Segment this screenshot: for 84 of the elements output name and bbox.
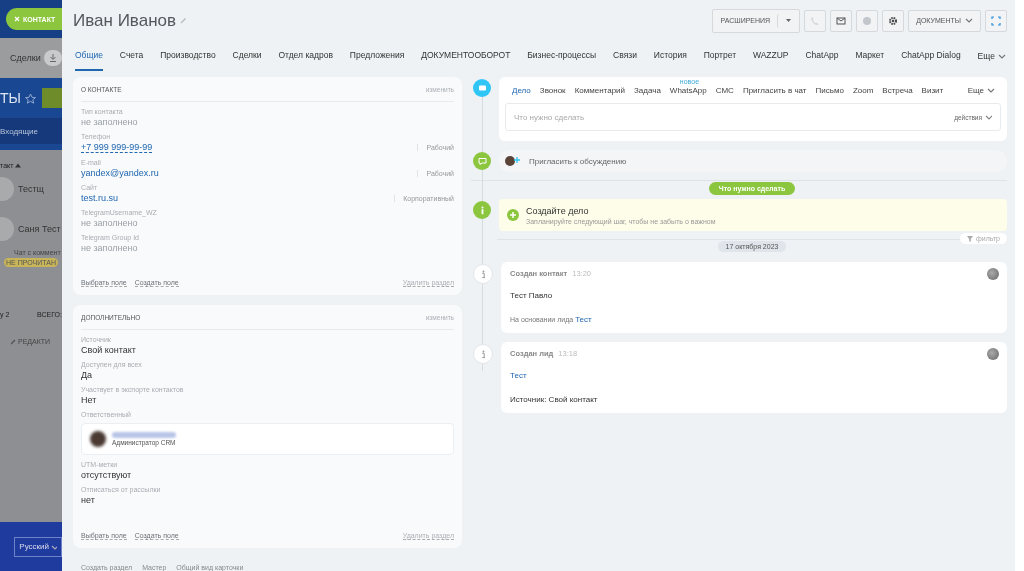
contact-name[interactable]: Тестщ xyxy=(18,184,45,194)
mail-button[interactable] xyxy=(830,9,853,32)
tab[interactable]: Бизнес-процессы xyxy=(527,41,597,71)
avatar-icon xyxy=(90,431,106,447)
field-link[interactable]: +7 999 999-99-99 xyxy=(81,142,153,153)
tab[interactable]: Портрет xyxy=(703,41,737,71)
chevron-icon xyxy=(985,114,992,120)
lead-link[interactable]: Тест xyxy=(575,315,592,324)
tab[interactable]: Отдел кадров xyxy=(278,41,333,71)
pencil-icon[interactable] xyxy=(180,17,187,24)
settings-icon xyxy=(888,15,899,26)
tab[interactable]: История xyxy=(653,41,687,71)
activity-tab[interactable]: Визит xyxy=(921,85,944,95)
field-value: не заполнено xyxy=(81,117,138,127)
avatar-icon xyxy=(987,268,999,280)
plus-icon xyxy=(507,209,519,221)
collapse-button[interactable] xyxy=(43,50,62,66)
mail-icon xyxy=(836,15,847,26)
field-value: нет xyxy=(81,495,95,505)
phone-icon xyxy=(810,15,821,26)
tab[interactable]: Счета xyxy=(119,41,144,71)
tab[interactable]: Производство xyxy=(160,41,216,71)
caret-icon xyxy=(51,543,57,550)
event-text: Источник: Свой контакт xyxy=(510,395,598,404)
blurred-name xyxy=(112,432,176,438)
field-value: Свой контакт xyxy=(81,345,136,355)
activity-tab[interactable]: Письмо xyxy=(815,85,844,95)
menu-label[interactable]: Сделки xyxy=(10,53,41,63)
placeholder-text: Что нужно сделать xyxy=(514,112,585,122)
field-link[interactable]: yandex@yandex.ru xyxy=(81,168,159,178)
tab[interactable]: Связи xyxy=(613,41,637,71)
event-text: Тест Павло xyxy=(510,291,553,300)
more-tab[interactable]: Еще xyxy=(977,51,1006,61)
contact-title: Иван Иванов xyxy=(73,10,176,31)
download-icon xyxy=(48,54,57,62)
pencil-icon xyxy=(10,338,16,345)
status-icon xyxy=(862,15,873,26)
tab[interactable]: Общие xyxy=(75,41,103,71)
fullscreen-icon xyxy=(991,15,1001,26)
tab[interactable]: WAZZUP xyxy=(752,41,789,71)
tab[interactable]: ДОКУМЕНТООБОРОТ xyxy=(421,41,511,71)
activity-tab[interactable]: СМС xyxy=(715,85,734,95)
tab[interactable]: Сделки xyxy=(232,41,262,71)
add-user-icon xyxy=(505,155,521,167)
create-button[interactable] xyxy=(42,88,62,108)
invite-bar[interactable]: Пригласить к обсуждению xyxy=(499,150,1007,172)
field-value: не заполнено xyxy=(81,218,138,228)
tab[interactable]: Предложения xyxy=(349,41,405,71)
chevron-icon xyxy=(997,52,1006,60)
activity-tab[interactable]: Комментарий xyxy=(574,85,625,95)
field-link[interactable]: test.ru.su xyxy=(81,193,118,203)
field-value: Нет xyxy=(81,395,97,405)
language-select[interactable]: Русский xyxy=(14,536,62,557)
field-value: отсутствуют xyxy=(81,470,132,480)
activity-tab[interactable]: Zoom xyxy=(852,85,874,95)
activity-tab[interactable]: WhatsApp xyxy=(669,85,707,95)
filter-icon xyxy=(967,235,974,242)
lead-link[interactable]: Тест xyxy=(510,371,527,380)
create-task-title: Создайте дело xyxy=(526,205,590,216)
activity-tab[interactable]: Задача xyxy=(634,85,661,95)
comment-icon xyxy=(476,155,488,167)
tab[interactable]: ChatApp xyxy=(805,41,839,71)
invite-text: Пригласить к обсуждению xyxy=(529,156,627,166)
chevron-icon xyxy=(965,17,973,24)
tab[interactable]: ChatApp Dialog xyxy=(901,41,961,71)
activity-tab[interactable]: Встреча xyxy=(882,85,913,95)
fullscreen-button[interactable] xyxy=(985,9,1007,32)
field-value: Да xyxy=(81,370,93,380)
field-value: не заполнено xyxy=(81,243,138,253)
settings-button[interactable] xyxy=(882,9,905,32)
caret-icon xyxy=(786,18,792,23)
more-tab[interactable]: Еще xyxy=(967,85,1001,95)
sort-icon xyxy=(15,163,22,168)
activity-tab[interactable]: Дело xyxy=(512,85,531,95)
chevron-icon xyxy=(987,86,995,94)
page-title: ТЫ xyxy=(0,90,21,106)
contact-name[interactable]: Саня Тест xyxy=(18,224,61,234)
activity-tab[interactable]: Звонок xyxy=(539,85,566,95)
close-icon xyxy=(14,16,20,22)
activity-tab[interactable]: Пригласить в чат xyxy=(742,85,807,95)
star-icon xyxy=(24,92,36,104)
tab[interactable]: Маркет xyxy=(855,41,885,71)
phone-button[interactable] xyxy=(804,9,827,32)
avatar-icon xyxy=(987,348,999,360)
